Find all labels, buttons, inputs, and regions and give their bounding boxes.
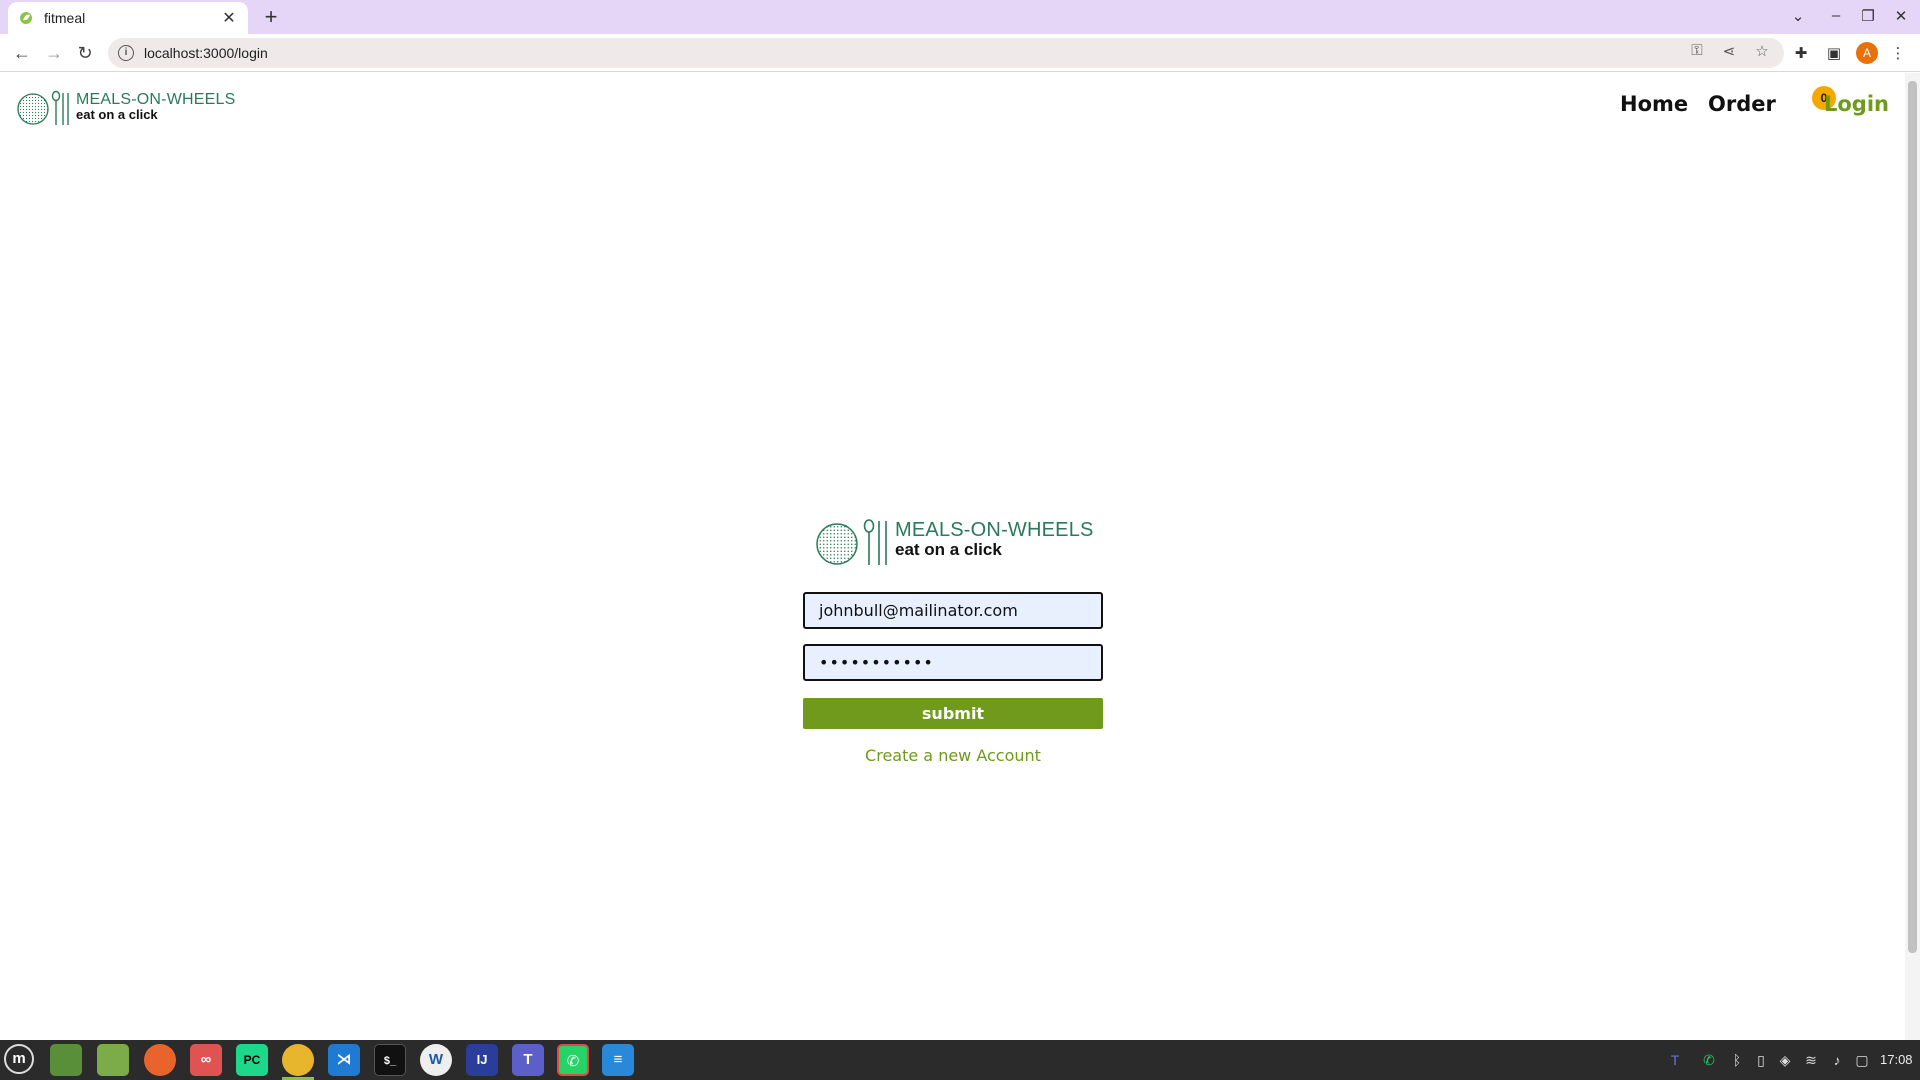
password-key-icon[interactable]: ⚿ xyxy=(1686,42,1708,59)
forward-icon[interactable]: → xyxy=(42,41,66,65)
tab-search-chevron-icon[interactable]: ⌄ xyxy=(1788,7,1808,25)
terminal-icon[interactable]: $_ xyxy=(374,1044,406,1076)
plate-cutlery-icon xyxy=(17,90,69,125)
teams-icon[interactable]: T xyxy=(512,1044,544,1076)
clipboard-icon[interactable]: ▯ xyxy=(1752,1052,1770,1069)
infinity-app-icon[interactable]: ∞ xyxy=(190,1044,222,1076)
tab-close-icon[interactable]: ✕ xyxy=(220,8,238,28)
browser-menu-icon[interactable]: ⋮ xyxy=(1887,44,1909,62)
start-menu-icon[interactable]: m xyxy=(4,1044,34,1074)
writer-icon[interactable]: W xyxy=(420,1044,452,1076)
taskbar-clock[interactable]: 17:08 xyxy=(1880,1052,1913,1067)
create-account-link[interactable]: Create a new Account xyxy=(803,746,1103,765)
new-tab-button[interactable]: + xyxy=(258,4,284,30)
share-icon[interactable]: ⋖ xyxy=(1718,42,1740,60)
tab-title: fitmeal xyxy=(44,10,86,26)
leaf-favicon-icon xyxy=(18,10,34,26)
vscode-icon[interactable]: ⋊ xyxy=(328,1044,360,1076)
profile-avatar[interactable]: A xyxy=(1856,42,1878,64)
password-input[interactable]: ••••••••••• xyxy=(803,644,1103,681)
login-tagline: eat on a click xyxy=(895,539,1002,559)
restore-icon[interactable]: ❐ xyxy=(1858,7,1878,25)
shield-icon[interactable]: ◈ xyxy=(1776,1052,1794,1069)
window-close-icon[interactable]: ✕ xyxy=(1891,7,1911,25)
browser-tab[interactable]: fitmeal ✕ xyxy=(8,2,248,34)
browser-toolbar: ← → ↻ i localhost:3000/login ⚿ ⋖ ☆ xyxy=(0,34,1920,72)
address-url: localhost:3000/login xyxy=(144,45,268,61)
header-logo[interactable]: MEALS-ON-WHEELS eat on a click xyxy=(16,90,235,126)
chrome-icon[interactable] xyxy=(282,1044,314,1076)
whatsapp-tray-icon[interactable]: ✆ xyxy=(1700,1052,1718,1069)
wifi-icon[interactable]: ≋ xyxy=(1802,1052,1820,1069)
reload-icon[interactable]: ↻ xyxy=(73,41,97,65)
bluetooth-icon[interactable]: ᛒ xyxy=(1728,1052,1746,1068)
notification-icon[interactable]: ▢ xyxy=(1853,1052,1871,1069)
intellij-icon[interactable]: IJ xyxy=(466,1044,498,1076)
back-icon[interactable]: ← xyxy=(10,41,34,65)
login-logo: MEALS-ON-WHEELS eat on a click xyxy=(815,518,1094,566)
whatsapp-icon[interactable]: ✆ xyxy=(557,1044,589,1076)
plate-cutlery-icon xyxy=(816,519,887,565)
site-info-icon[interactable]: i xyxy=(118,45,134,61)
login-brand-name: MEALS-ON-WHEELS xyxy=(895,518,1094,541)
minimize-icon[interactable]: – xyxy=(1826,7,1846,24)
pycharm-icon[interactable]: PC xyxy=(236,1044,268,1076)
scrollbar-thumb[interactable] xyxy=(1908,81,1917,953)
side-panel-icon[interactable]: ▣ xyxy=(1823,44,1845,62)
teams-tray-icon[interactable]: T xyxy=(1666,1052,1684,1068)
files-folder-icon[interactable] xyxy=(97,1044,129,1076)
volume-icon[interactable]: ♪ xyxy=(1828,1052,1846,1068)
page-scrollbar[interactable] xyxy=(1905,73,1920,1040)
submit-button[interactable]: submit xyxy=(803,698,1103,729)
header-brand-name: MEALS-ON-WHEELS xyxy=(76,90,236,108)
notes-app-icon[interactable]: ≡ xyxy=(602,1044,634,1076)
nav-order-link[interactable]: Order xyxy=(1708,92,1776,116)
extensions-puzzle-icon[interactable]: ✚ xyxy=(1790,44,1812,62)
show-desktop-icon[interactable] xyxy=(50,1044,82,1076)
firefox-icon[interactable] xyxy=(144,1044,176,1076)
nav-home-link[interactable]: Home xyxy=(1620,92,1688,116)
browser-tab-strip: fitmeal ✕ + ⌄ – ❐ ✕ xyxy=(0,0,1920,34)
address-bar[interactable]: i localhost:3000/login xyxy=(108,38,1784,68)
os-taskbar: m ∞ PC ⋊ $_ W IJ T ✆ ≡ T ✆ ᛒ ▯ ◈ ≋ ♪ ▢ 1… xyxy=(0,1040,1920,1080)
header-tagline: eat on a click xyxy=(76,106,158,122)
email-input[interactable]: johnbull@mailinator.com xyxy=(803,592,1103,629)
nav-login-link[interactable]: Login xyxy=(1824,92,1889,116)
bookmark-star-icon[interactable]: ☆ xyxy=(1751,42,1773,60)
